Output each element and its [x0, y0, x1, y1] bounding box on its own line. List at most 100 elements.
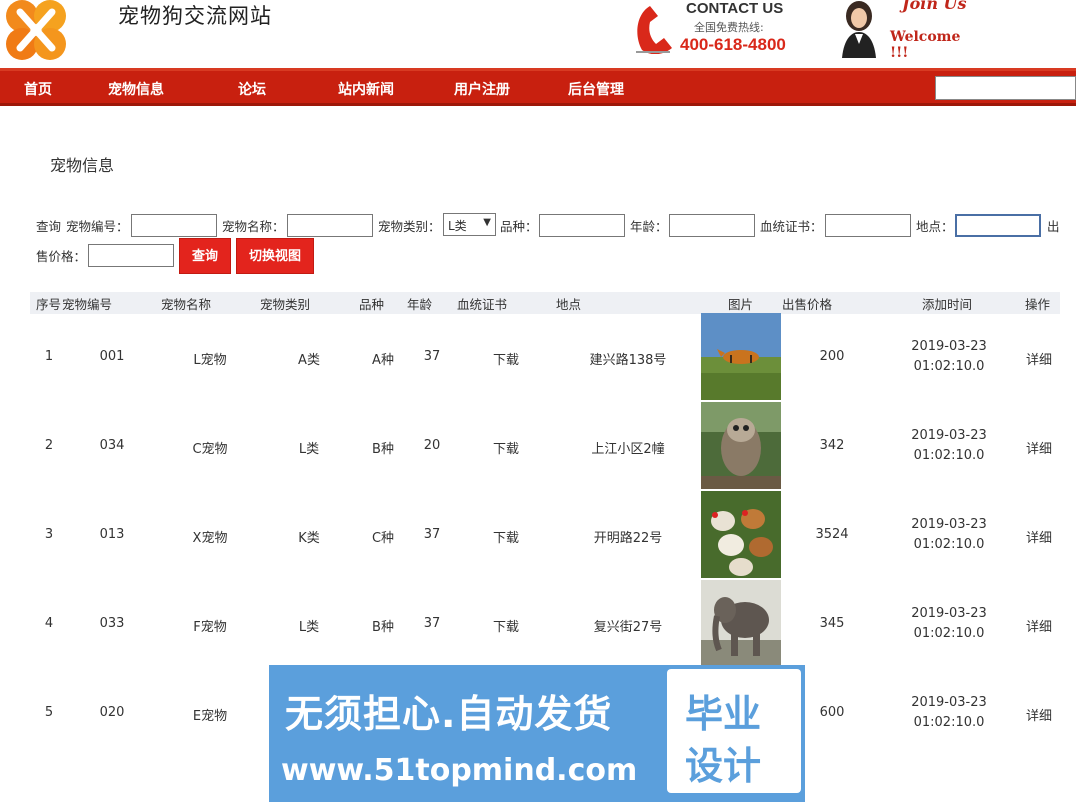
age-label: 年龄： [630, 219, 668, 234]
site-title: 宠物狗交流网站 [118, 4, 272, 28]
cell-cert-download[interactable]: 下载 [493, 438, 519, 457]
cell-pet-name: F宠物 [193, 620, 227, 635]
cell-pet-name: X宠物 [192, 531, 228, 546]
join-title: Join Us [902, 0, 967, 13]
breed-field[interactable] [539, 214, 625, 237]
category-select-value: L类 [448, 219, 467, 233]
cell-category: A类 [298, 353, 320, 368]
detail-link[interactable]: 详细 [1026, 705, 1052, 724]
cell-category: L类 [298, 442, 320, 457]
cell-location: 复兴街27号 [593, 620, 663, 635]
switch-view-button[interactable]: 切换视图 [236, 238, 314, 274]
col-header-picture: 图片 [728, 297, 754, 312]
breed-label: 品种： [500, 219, 538, 234]
cell-added-date: 2019-03-23 [911, 339, 987, 354]
search-input[interactable] [935, 76, 1076, 100]
nav-item-forum[interactable]: 论坛 [238, 79, 266, 99]
nav-item-pet-info[interactable]: 宠物信息 [108, 79, 164, 99]
watermark-box-line2: 设计 [685, 744, 762, 788]
cell-price: 600 [819, 705, 845, 720]
nav-item-home[interactable]: 首页 [24, 79, 52, 99]
cell-cert-download[interactable]: 下载 [493, 527, 519, 546]
cell-added-time: 01:02:10.0 [913, 626, 985, 641]
pet-photo-tiger[interactable] [701, 313, 781, 400]
cell-idx: 4 [44, 616, 54, 631]
detail-link[interactable]: 详细 [1026, 438, 1052, 457]
cell-added-date: 2019-03-23 [911, 606, 987, 621]
cell-added-time: 01:02:10.0 [913, 359, 985, 374]
nav-item-news[interactable]: 站内新闻 [338, 79, 394, 99]
logo-icon [6, 0, 66, 60]
col-header-location: 地点 [556, 297, 582, 312]
cell-age: 37 [423, 349, 441, 364]
cell-location: 开明路22号 [593, 531, 663, 546]
cell-price: 3524 [815, 527, 849, 542]
cell-location: 上江小区2幢 [591, 442, 665, 457]
cell-idx: 5 [44, 705, 54, 720]
cell-breed: B种 [372, 442, 394, 457]
cell-category: L类 [298, 620, 320, 635]
cell-category: K类 [298, 531, 320, 546]
col-header-added: 添加时间 [922, 297, 973, 312]
cell-idx: 2 [44, 438, 54, 453]
cell-pet-name: E宠物 [192, 709, 228, 724]
cell-added-date: 2019-03-23 [911, 695, 987, 710]
col-header-age: 年龄 [407, 297, 433, 312]
category-select[interactable]: L类 ▼ [443, 213, 496, 236]
pet-photo-elephant[interactable] [701, 580, 781, 667]
cell-breed: A种 [372, 353, 394, 368]
contact-block: CONTACT US 全国免费热线: 400-618-4800 [628, 0, 798, 60]
cell-cert-download[interactable]: 下载 [493, 616, 519, 635]
category-label: 宠物类别： [378, 219, 441, 234]
pet-name-field[interactable] [287, 214, 373, 237]
contact-title: CONTACT US [686, 0, 784, 17]
price-label-a: 出 [1047, 219, 1060, 234]
pet-name-label: 宠物名称： [222, 219, 285, 234]
cell-age: 20 [423, 438, 441, 453]
avatar [842, 1, 876, 58]
pet-no-field[interactable] [131, 214, 217, 237]
price-label-b: 售价格： [36, 249, 87, 264]
age-field[interactable] [669, 214, 755, 237]
pet-photo-owl[interactable] [701, 402, 781, 489]
detail-link[interactable]: 详细 [1026, 349, 1052, 368]
cell-added-time: 01:02:10.0 [913, 715, 985, 730]
search-button[interactable]: 查询 [179, 238, 231, 274]
cell-pet-name: C宠物 [192, 442, 228, 457]
cell-pet-no: 033 [99, 616, 125, 631]
cell-idx: 1 [44, 349, 54, 364]
cell-pet-no: 034 [99, 438, 125, 453]
cell-pet-no: 020 [99, 705, 125, 720]
watermark-line2: www.51topmind.com [281, 753, 638, 788]
contact-sub: 全国免费热线: [694, 21, 764, 34]
cell-cert-download[interactable]: 下载 [493, 349, 519, 368]
phone-icon [636, 6, 672, 54]
cert-label: 血统证书： [760, 219, 823, 234]
col-header-name: 宠物名称 [161, 297, 212, 312]
pet-photo-chickens[interactable] [701, 491, 781, 578]
col-header-breed: 品种 [359, 297, 385, 312]
cell-price: 200 [819, 349, 845, 364]
location-label: 地点： [916, 219, 954, 234]
cell-pet-no: 001 [99, 349, 125, 364]
detail-link[interactable]: 详细 [1026, 527, 1052, 546]
contact-phone: 400-618-4800 [680, 35, 786, 54]
site-header: 宠物狗交流网站 CONTACT US 全国免费热线: 400-618-4800 … [0, 0, 1076, 68]
join-sub: Welcome !!! [890, 29, 961, 61]
col-header-action: 操作 [1025, 297, 1051, 312]
cell-breed: C种 [371, 531, 395, 546]
cert-field[interactable] [825, 214, 911, 237]
cell-added-date: 2019-03-23 [911, 517, 987, 532]
join-block: Join Us Welcome !!! [832, 0, 982, 61]
cell-pet-name: L宠物 [193, 353, 227, 368]
query-label: 查询 [36, 219, 62, 234]
cell-added-time: 01:02:10.0 [913, 448, 985, 463]
pet-no-label: 宠物编号： [66, 219, 129, 234]
nav-item-register[interactable]: 用户注册 [454, 79, 510, 99]
watermark-box: 毕业 设计 [667, 669, 801, 793]
location-field[interactable] [955, 214, 1041, 237]
cell-age: 37 [423, 527, 441, 542]
nav-item-admin[interactable]: 后台管理 [568, 79, 624, 99]
detail-link[interactable]: 详细 [1026, 616, 1052, 635]
price-field[interactable] [88, 244, 174, 267]
